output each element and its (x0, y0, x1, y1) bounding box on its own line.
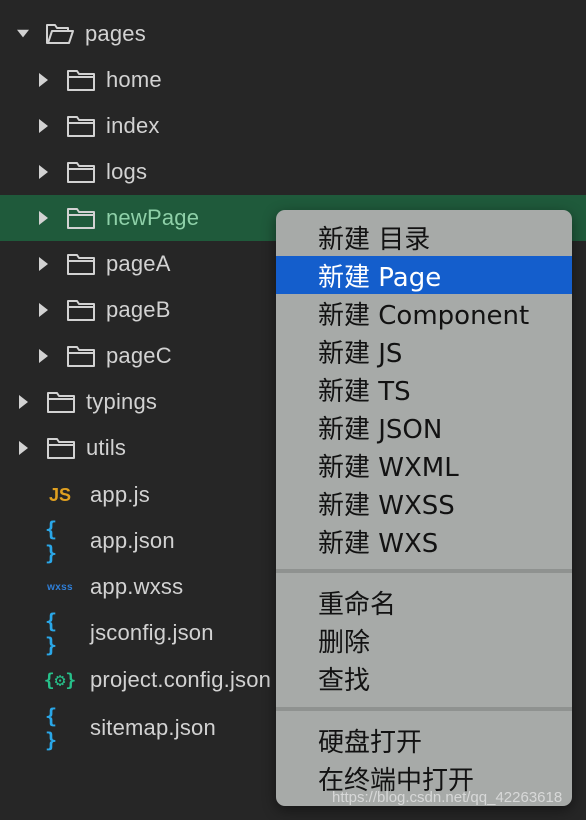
context-menu: 新建 目录 新建 Page 新建 Component 新建 JS 新建 TS 新… (276, 210, 572, 806)
tree-item-index[interactable]: index (0, 103, 586, 149)
chevron-right-icon[interactable] (18, 395, 30, 409)
folder-icon (46, 436, 76, 460)
chevron-right-icon[interactable] (38, 73, 50, 87)
watermark-text: https://blog.csdn.net/qq_42263618 (332, 789, 563, 806)
chevron-right-icon[interactable] (38, 303, 50, 317)
menu-item-new-directory[interactable]: 新建 目录 (276, 218, 572, 256)
menu-item-new-ts[interactable]: 新建 TS (276, 370, 572, 408)
menu-separator (276, 707, 572, 711)
menu-separator (276, 569, 572, 573)
menu-item-delete[interactable]: 删除 (276, 621, 572, 659)
menu-item-new-js[interactable]: 新建 JS (276, 332, 572, 370)
tree-item-label: pageC (106, 343, 172, 368)
chevron-right-icon[interactable] (18, 441, 30, 455)
tree-item-label: sitemap.json (90, 715, 216, 740)
tree-item-label: app.json (90, 528, 175, 553)
folder-icon (66, 298, 96, 322)
chevron-right-icon[interactable] (38, 165, 50, 179)
chevron-right-icon[interactable] (38, 211, 50, 225)
folder-icon (66, 68, 96, 92)
folder-icon (66, 252, 96, 276)
tree-item-label: pageB (106, 297, 171, 322)
menu-item-find[interactable]: 查找 (276, 659, 572, 697)
tree-item-label: typings (86, 389, 158, 414)
json-file-icon: { } (45, 704, 60, 752)
menu-item-new-json[interactable]: 新建 JSON (276, 408, 572, 446)
chevron-right-icon[interactable] (38, 119, 50, 133)
config-file-icon: {⚙} (43, 669, 77, 691)
tree-item-label: pageA (106, 251, 171, 276)
menu-item-new-wxs[interactable]: 新建 WXS (276, 522, 572, 560)
menu-item-open-on-disk[interactable]: 硬盘打开 (276, 721, 572, 759)
tree-item-label: jsconfig.json (90, 620, 214, 645)
folder-open-icon (45, 22, 75, 46)
tree-item-label: home (106, 67, 162, 92)
tree-item-pages[interactable]: pages (0, 11, 586, 57)
tree-item-label: index (106, 113, 160, 138)
menu-item-new-component[interactable]: 新建 Component (276, 294, 572, 332)
chevron-down-icon[interactable] (17, 27, 29, 41)
json-file-icon: { } (45, 609, 60, 657)
chevron-right-icon[interactable] (38, 257, 50, 271)
tree-item-home[interactable]: home (0, 57, 586, 103)
js-file-icon: JS (48, 484, 72, 505)
tree-item-label: utils (86, 435, 127, 460)
tree-item-label: project.config.json (90, 667, 272, 692)
folder-icon (66, 114, 96, 138)
tree-item-label: pages (85, 21, 146, 46)
menu-item-new-page[interactable]: 新建 Page (276, 256, 572, 294)
folder-icon (66, 160, 96, 184)
folder-icon (66, 344, 96, 368)
chevron-right-icon[interactable] (38, 349, 50, 363)
wxss-file-icon: wxss (47, 581, 73, 593)
tree-item-label: app.wxss (90, 574, 184, 599)
folder-icon (66, 206, 96, 230)
menu-item-new-wxss[interactable]: 新建 WXSS (276, 484, 572, 522)
menu-item-new-wxml[interactable]: 新建 WXML (276, 446, 572, 484)
tree-item-label: logs (106, 159, 148, 184)
tree-item-logs[interactable]: logs (0, 149, 586, 195)
folder-icon (46, 390, 76, 414)
menu-item-rename[interactable]: 重命名 (276, 583, 572, 621)
tree-item-label: app.js (90, 482, 150, 507)
tree-item-label: newPage (106, 205, 200, 230)
json-file-icon: { } (45, 517, 60, 565)
